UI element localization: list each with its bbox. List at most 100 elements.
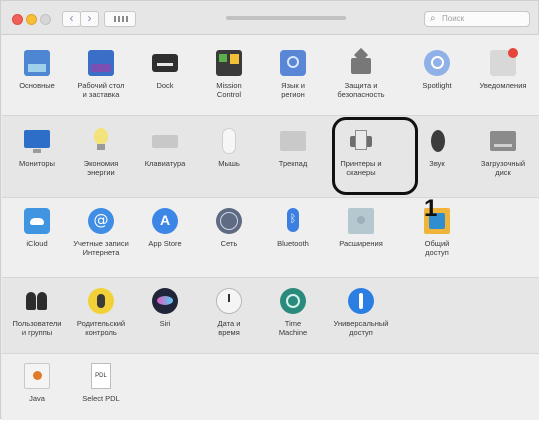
pref-pane-parental[interactable]: Родительский контроль bbox=[69, 288, 133, 350]
pref-pane-startup[interactable]: Загрузочный диск bbox=[471, 128, 535, 190]
pref-pane-label: Dock bbox=[156, 81, 174, 90]
language-region-icon bbox=[280, 50, 306, 76]
general-icon bbox=[24, 50, 50, 76]
dock-icon bbox=[152, 54, 178, 72]
security-icon bbox=[348, 50, 374, 76]
pref-pane-label: Уведомления bbox=[479, 81, 527, 90]
internet-accounts-icon bbox=[88, 208, 114, 234]
pref-pane-dock[interactable]: Dock bbox=[133, 50, 197, 112]
bluetooth-icon bbox=[280, 208, 306, 234]
title-bar: ‹ › ⌕ Поиск bbox=[1, 1, 538, 35]
close-window-button[interactable] bbox=[12, 14, 23, 25]
pref-pane-label: iCloud bbox=[26, 239, 48, 248]
sound-icon bbox=[424, 128, 450, 154]
icloud-icon bbox=[24, 208, 50, 234]
pref-pane-security[interactable]: Защита и безопасность bbox=[329, 50, 393, 112]
pref-pane-label: Язык и регион bbox=[281, 81, 305, 99]
pref-pane-spotlight[interactable]: Spotlight bbox=[405, 50, 469, 112]
pref-pane-label: Трекпад bbox=[278, 159, 308, 168]
extensions-icon bbox=[348, 208, 374, 234]
pref-pane-keyboard[interactable]: Клавиатура bbox=[133, 128, 197, 190]
pref-pane-trackpad[interactable]: Трекпад bbox=[261, 128, 325, 190]
pref-pane-timemachine[interactable]: Time Machine bbox=[261, 288, 325, 350]
pref-pane-users[interactable]: Пользователи и группы bbox=[5, 288, 69, 350]
grid-icon bbox=[114, 16, 116, 22]
pref-pane-label: Защита и безопасность bbox=[337, 81, 385, 99]
pref-pane-label: Пользователи и группы bbox=[12, 319, 62, 337]
pref-pane-siri[interactable]: Siri bbox=[133, 288, 197, 350]
pref-pane-bt[interactable]: Bluetooth bbox=[261, 208, 325, 270]
startup-disk-icon bbox=[490, 131, 516, 151]
pref-pane-pdl[interactable]: PDL Select PDL bbox=[69, 363, 133, 425]
pref-pane-general[interactable]: Основные bbox=[5, 50, 69, 112]
java-icon bbox=[24, 363, 50, 389]
pref-pane-label: Экономия энергии bbox=[83, 159, 119, 177]
trackpad-icon bbox=[280, 131, 306, 151]
pref-pane-label: Bluetooth bbox=[277, 239, 309, 248]
select-pdl-icon: PDL bbox=[91, 363, 111, 389]
minimize-window-button[interactable] bbox=[26, 14, 37, 25]
pref-pane-label: Mission Control bbox=[216, 81, 242, 99]
spotlight-icon bbox=[424, 50, 450, 76]
pref-pane-label: Расширения bbox=[339, 239, 383, 248]
pref-pane-access[interactable]: Универсальный доступ bbox=[329, 288, 393, 350]
pref-pane-inet[interactable]: Учетные записи Интернета bbox=[69, 208, 133, 270]
parental-controls-icon bbox=[88, 288, 114, 314]
pref-pane-datetime[interactable]: Дата и время bbox=[197, 288, 261, 350]
pref-pane-label: Родительский контроль bbox=[76, 319, 126, 337]
pref-pane-label: Spotlight bbox=[422, 81, 452, 90]
pref-pane-label: Мышь bbox=[218, 159, 240, 168]
show-all-grid-button[interactable] bbox=[104, 11, 136, 27]
pref-pane-mouse[interactable]: Мышь bbox=[197, 128, 261, 190]
time-machine-icon bbox=[280, 288, 306, 314]
pref-pane-network[interactable]: Сеть bbox=[197, 208, 261, 270]
pref-pane-mission[interactable]: Mission Control bbox=[197, 50, 261, 112]
desktop-screensaver-icon bbox=[88, 50, 114, 76]
pref-pane-label: Основные bbox=[19, 81, 55, 90]
displays-icon bbox=[24, 130, 50, 153]
zoom-window-button[interactable] bbox=[40, 14, 51, 25]
pref-pane-notif[interactable]: Уведомления bbox=[471, 48, 535, 112]
keyboard-icon bbox=[152, 135, 178, 148]
pref-pane-label: Дата и время bbox=[217, 319, 241, 337]
pref-pane-label: Универсальный доступ bbox=[333, 319, 389, 337]
pref-pane-icloud[interactable]: iCloud bbox=[5, 208, 69, 270]
printers-highlight-callout bbox=[332, 117, 418, 195]
pref-pane-java[interactable]: Java bbox=[5, 363, 69, 425]
energy-saver-icon bbox=[88, 128, 114, 154]
search-placeholder: Поиск bbox=[442, 14, 465, 23]
pref-pane-desktop[interactable]: Рабочий стол и заставка bbox=[69, 50, 133, 112]
window-title-blurred bbox=[226, 16, 346, 20]
pref-pane-label: Учетные записи Интернета bbox=[73, 239, 129, 257]
pref-pane-label: Select PDL bbox=[82, 394, 120, 403]
search-field[interactable]: ⌕ Поиск bbox=[424, 11, 530, 27]
pdl-icon-text: PDL bbox=[95, 373, 107, 379]
pref-pane-monitor[interactable]: Мониторы bbox=[5, 128, 69, 190]
callout-number: 1 bbox=[424, 195, 438, 222]
pref-pane-label: Java bbox=[29, 394, 45, 403]
users-groups-icon bbox=[24, 288, 50, 314]
mouse-icon bbox=[222, 128, 236, 154]
mission-control-icon bbox=[216, 50, 242, 76]
pref-pane-label: Рабочий стол и заставка bbox=[77, 81, 125, 99]
pref-pane-label: App Store bbox=[148, 239, 182, 248]
pref-pane-label: Сеть bbox=[220, 239, 238, 248]
pref-pane-label: Загрузочный диск bbox=[480, 159, 526, 177]
pref-pane-ext[interactable]: Расширения bbox=[329, 208, 393, 270]
search-icon: ⌕ bbox=[430, 13, 436, 24]
pref-pane-label: Мониторы bbox=[19, 159, 55, 168]
pref-pane-label: Siri bbox=[159, 319, 171, 328]
network-icon bbox=[216, 208, 242, 234]
accessibility-icon bbox=[348, 288, 374, 314]
system-preferences-window: ‹ › ⌕ Поиск Основные Рабочий стол и заста… bbox=[0, 0, 539, 420]
pref-pane-appstore[interactable]: App Store bbox=[133, 208, 197, 270]
forward-button[interactable]: › bbox=[80, 11, 99, 27]
date-time-icon bbox=[216, 288, 242, 314]
pref-pane-energy[interactable]: Экономия энергии bbox=[69, 128, 133, 190]
pref-pane-label: Общий доступ bbox=[424, 239, 450, 257]
back-button[interactable]: ‹ bbox=[62, 11, 81, 27]
app-store-icon bbox=[152, 208, 178, 234]
pref-pane-label: Клавиатура bbox=[144, 159, 186, 168]
pref-pane-label: Time Machine bbox=[278, 319, 308, 337]
pref-pane-lang[interactable]: Язык и регион bbox=[261, 50, 325, 112]
